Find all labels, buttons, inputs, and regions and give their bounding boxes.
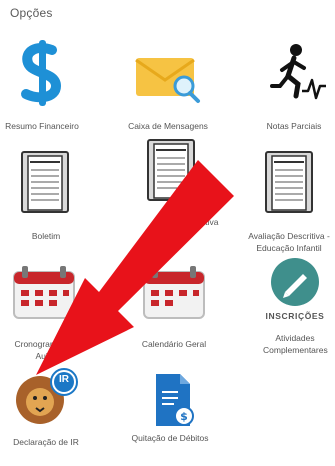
tile-resumo-financeiro[interactable]: Resumo Financeiro bbox=[0, 28, 98, 140]
page-title: Opções bbox=[10, 6, 53, 20]
inscricoes-badge: INSCRIÇÕES bbox=[265, 311, 325, 321]
tile-label: Calendário Geral bbox=[141, 339, 207, 349]
report-sheet-icon bbox=[136, 134, 208, 210]
payment-document-icon: $ bbox=[134, 364, 206, 440]
tile-label: Quitação de Débitos bbox=[131, 433, 209, 443]
svg-text:$: $ bbox=[180, 410, 188, 423]
tile-avaliacao-semiquantitativa[interactable]: Avaliação Semiquantitativa bbox=[116, 126, 228, 238]
tile-label: Resumo Financeiro bbox=[5, 121, 79, 131]
tile-notas-parciais[interactable]: Notas Parciais bbox=[238, 28, 335, 140]
envelope-icon bbox=[132, 36, 204, 112]
report-sheet-icon bbox=[10, 146, 82, 222]
tile-calendario-geral[interactable]: Calendário Geral bbox=[118, 246, 230, 358]
lion-ir-icon: IR bbox=[10, 360, 82, 436]
tile-label: Declaração de IR bbox=[13, 437, 79, 447]
calendar-icon bbox=[138, 254, 210, 330]
tile-avaliacao-descritiva[interactable]: Avaliação Descritiva - Educação Infantil bbox=[234, 138, 335, 253]
tile-boletim[interactable]: Boletim bbox=[0, 138, 102, 250]
inscricoes-pen-icon bbox=[259, 254, 331, 310]
tile-label: Avaliação Semiquantitativa bbox=[155, 205, 219, 227]
tile-quitacao-de-debitos[interactable]: $ Quitação de Débitos bbox=[114, 354, 226, 466]
tile-label: Atividades Complementares bbox=[263, 333, 328, 355]
tile-atividades-complementares[interactable]: INSCRIÇÕES Atividades Complementares bbox=[239, 246, 335, 358]
dollar-icon bbox=[6, 36, 78, 112]
tile-label: Boletim bbox=[31, 231, 61, 241]
running-person-icon bbox=[258, 36, 330, 112]
tile-caixa-de-mensagens[interactable]: Caixa de Mensagens bbox=[112, 28, 224, 140]
tile-cronograma-de-aula[interactable]: Cronograma de Aula bbox=[0, 246, 100, 361]
tile-declaracao-de-ir[interactable]: IR Declaração de IR bbox=[0, 354, 102, 466]
ir-badge: IR bbox=[59, 374, 69, 385]
calendar-icon bbox=[8, 254, 80, 330]
report-sheet-icon bbox=[254, 146, 326, 222]
tile-label: Notas Parciais bbox=[266, 121, 322, 131]
